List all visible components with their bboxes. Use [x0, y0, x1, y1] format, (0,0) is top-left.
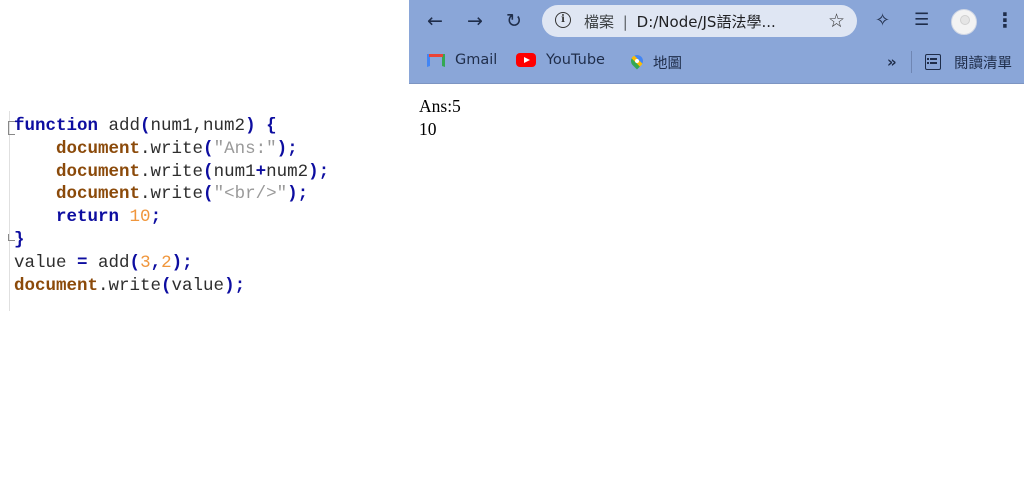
code-token: (: [129, 252, 141, 273]
code-token: document: [56, 184, 141, 205]
code-token: ): [245, 116, 256, 136]
code-token: (: [140, 116, 151, 136]
code-token: }: [14, 229, 25, 250]
youtube-icon: [516, 53, 536, 67]
code-token: value: [171, 275, 225, 296]
output-line-value: 10: [419, 119, 437, 139]
code-token: 3: [140, 252, 151, 273]
code-line[interactable]: document.write("Ans:");: [14, 138, 329, 161]
url-path: D:/Node/JS語法學...: [636, 13, 776, 31]
code-token: (: [161, 275, 172, 296]
code-token: num1,num2: [150, 116, 246, 136]
media-queue-icon[interactable]: ☰: [914, 10, 929, 30]
bookmark-star-icon[interactable]: ☆: [828, 10, 845, 32]
code-token: =: [77, 252, 88, 273]
code-line[interactable]: }: [14, 229, 329, 252]
browser-window: ← → ↻ i 檔案 | D:/Node/JS語法學... ☆ ✧ ☰ ⋮ Gm…: [409, 0, 1024, 499]
address-bar-text[interactable]: 檔案 | D:/Node/JS語法學...: [584, 11, 776, 32]
page-content: Ans:5 10: [409, 84, 1024, 499]
code-line[interactable]: function add(num1,num2) {: [14, 115, 329, 138]
bookmarks-divider: [911, 51, 912, 73]
code-token: "Ans:": [213, 138, 277, 159]
code-token: +: [255, 161, 267, 182]
code-token: 2: [161, 252, 172, 273]
code-token: .write: [140, 184, 204, 205]
bookmark-gmail[interactable]: Gmail: [427, 52, 497, 68]
code-token: document: [56, 138, 141, 159]
bookmarks-bar: Gmail YouTube 地圖 » 閱讀清單: [409, 42, 1024, 84]
bookmark-label: 地圖: [653, 56, 682, 72]
bookmark-label: Gmail: [455, 52, 498, 68]
code-token: (: [203, 184, 214, 205]
code-token: document: [14, 275, 99, 296]
code-token: return: [56, 207, 120, 228]
code-token: ,: [150, 252, 162, 273]
maps-pin-icon: [631, 55, 643, 71]
bookmark-label: YouTube: [546, 52, 605, 68]
code-token: );: [276, 138, 298, 159]
code-token: );: [308, 161, 330, 182]
code-line[interactable]: return 10;: [14, 206, 329, 229]
code-token: {: [255, 116, 277, 136]
more-menu-icon[interactable]: ⋮: [995, 8, 1015, 32]
code-editor[interactable]: function add(num1,num2) { document.write…: [0, 103, 409, 313]
code-token: (: [203, 138, 214, 159]
code-token: .write: [140, 138, 204, 159]
code-token: );: [171, 252, 193, 273]
code-token: );: [224, 275, 246, 296]
code-token: (: [203, 161, 214, 182]
code-token: document: [56, 161, 141, 182]
url-scheme-label: 檔案: [584, 13, 615, 31]
code-token: .write: [98, 275, 162, 296]
code-token: add: [87, 252, 130, 273]
code-token: num2: [266, 161, 309, 182]
code-token: "<br/>": [213, 184, 288, 205]
reading-list-icon[interactable]: [925, 54, 941, 70]
code-text[interactable]: function add(num1,num2) { document.write…: [14, 115, 329, 297]
code-line[interactable]: value = add(3,2);: [14, 252, 329, 275]
code-line[interactable]: document.write("<br/>");: [14, 183, 329, 206]
more-bookmarks-chevron-icon[interactable]: »: [887, 53, 897, 71]
code-token: .write: [140, 161, 204, 182]
address-bar[interactable]: i 檔案 | D:/Node/JS語法學... ☆: [542, 5, 857, 37]
gmail-icon: [427, 53, 445, 67]
site-info-icon[interactable]: i: [555, 12, 571, 28]
browser-toolbar: ← → ↻ i 檔案 | D:/Node/JS語法學... ☆ ✧ ☰ ⋮: [409, 0, 1024, 42]
output-line-ans: Ans:5: [419, 96, 461, 116]
bookmark-youtube[interactable]: YouTube: [516, 52, 605, 68]
code-token: function: [14, 116, 99, 136]
bookmark-maps[interactable]: 地圖: [631, 52, 682, 73]
extensions-puzzle-icon[interactable]: ✧: [875, 10, 890, 31]
back-arrow-icon[interactable]: ←: [423, 9, 447, 33]
code-line[interactable]: document.write(value);: [14, 275, 329, 298]
code-token: ;: [150, 207, 162, 228]
code-token: value: [14, 252, 78, 273]
reading-list-button[interactable]: 閱讀清單: [954, 52, 1012, 73]
code-token: );: [287, 184, 309, 205]
code-token: add: [98, 116, 141, 136]
code-token: num1: [213, 161, 256, 182]
forward-arrow-icon[interactable]: →: [463, 9, 487, 33]
code-token: 10: [129, 207, 151, 228]
url-separator: |: [622, 13, 628, 31]
profile-avatar[interactable]: [951, 9, 977, 35]
gutter-line: [9, 111, 10, 311]
reload-icon[interactable]: ↻: [502, 9, 526, 33]
code-line[interactable]: document.write(num1+num2);: [14, 161, 329, 184]
